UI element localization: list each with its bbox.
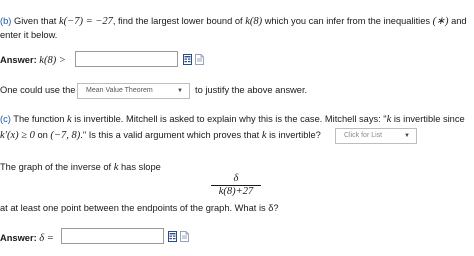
part-b-text-b: , find the largest lower bound of bbox=[112, 16, 243, 26]
theorem-dropdown[interactable]: Mean Value Theorem ▼ bbox=[77, 83, 190, 99]
part-b-text-d: and bbox=[451, 16, 467, 26]
part-b-answer-label: Answer: bbox=[0, 55, 37, 65]
part-b-text-c: which you can infer from the inequalitie… bbox=[264, 16, 431, 26]
slope-fraction-numerator: δ bbox=[233, 173, 239, 184]
part-c-interval: (−7, 8) bbox=[50, 130, 81, 141]
part-b-fn: k(8) bbox=[245, 16, 263, 27]
part-b-text-a: Given that bbox=[13, 16, 57, 26]
theorem-dropdown-value: Mean Value Theorem bbox=[86, 87, 153, 94]
part-c-line-2: k′(x) ≥ 0 on (−7, 8)." Is this a valid a… bbox=[0, 130, 321, 141]
part-b-theorem-end: to justify the above answer. bbox=[195, 85, 308, 95]
validity-dropdown[interactable]: Click for List ▼ bbox=[335, 128, 417, 144]
part-c-answer-expr: δ = bbox=[39, 233, 54, 244]
part-c-graph-line-2: at at least one point between the endpoi… bbox=[0, 203, 279, 213]
part-c-on: on bbox=[37, 130, 48, 140]
spreadsheet-icon[interactable] bbox=[183, 54, 192, 65]
spreadsheet-icon[interactable] bbox=[168, 231, 177, 242]
part-c-k3: k bbox=[261, 130, 267, 141]
paste-document-icon[interactable] bbox=[180, 231, 189, 242]
validity-dropdown-placeholder: Click for List bbox=[344, 132, 383, 139]
part-c-text-a: The function bbox=[13, 114, 65, 124]
part-b-answer-row: Answer: k(8) > bbox=[0, 55, 66, 66]
part-b-theorem-start: One could use the bbox=[0, 85, 76, 95]
part-b-line-2: enter it below. bbox=[0, 30, 58, 40]
part-c-deriv: k′(x) ≥ 0 bbox=[0, 130, 35, 141]
chevron-down-icon: ▼ bbox=[404, 133, 410, 139]
part-c-graph-line: The graph of the inverse of k has slope bbox=[0, 162, 161, 173]
slope-fraction: δ k(8)+27 bbox=[211, 173, 261, 197]
part-b-answer-expr: k(8) > bbox=[39, 55, 66, 66]
chevron-down-icon: ▼ bbox=[177, 88, 183, 94]
part-c-answer-label: Answer: bbox=[0, 233, 37, 243]
part-b-label: (b) bbox=[0, 16, 12, 26]
slope-fraction-denominator: k(8)+27 bbox=[218, 186, 254, 197]
part-c-answer-input[interactable] bbox=[61, 228, 164, 244]
part-c-text-d: ." Is this a valid argument which proves… bbox=[80, 130, 260, 140]
part-b-answer-input[interactable] bbox=[75, 51, 178, 67]
part-c-text-b: is invertible. Mitchell is asked to expl… bbox=[74, 114, 387, 124]
part-c-graph-k: k bbox=[113, 162, 119, 173]
part-b-star: (∗) bbox=[432, 16, 449, 27]
part-c-graph-text-b: has slope bbox=[120, 162, 161, 172]
part-b-given: k(−7) = −27 bbox=[58, 16, 113, 27]
part-c-answer-row: Answer: δ = bbox=[0, 233, 54, 244]
part-c-text-e: is invertible? bbox=[269, 130, 321, 140]
paste-document-icon[interactable] bbox=[195, 54, 204, 65]
part-b-line-1: (b) Given that k(−7) = −27, find the lar… bbox=[0, 15, 467, 27]
part-c-label: (c) bbox=[0, 114, 11, 124]
part-c-k2: k bbox=[386, 114, 392, 125]
part-c-text-c: is invertible since bbox=[393, 114, 465, 124]
part-c-k1: k bbox=[67, 114, 72, 125]
part-c-graph-text-a: The graph of the inverse of bbox=[0, 162, 112, 172]
part-c-line-1: (c) The function k is invertible. Mitche… bbox=[0, 114, 465, 125]
